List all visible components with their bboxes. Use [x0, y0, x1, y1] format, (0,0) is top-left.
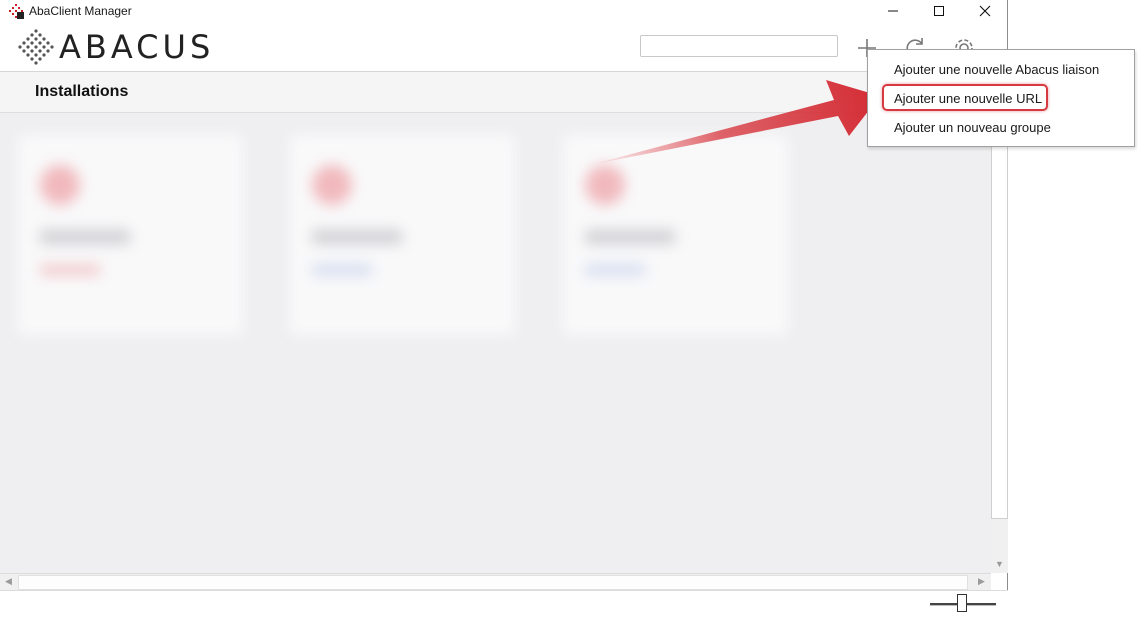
installation-card[interactable] [563, 135, 788, 335]
minimize-button[interactable] [870, 0, 916, 22]
zoom-slider[interactable] [957, 594, 967, 612]
search-input[interactable] [640, 35, 838, 57]
add-context-menu: Ajouter une nouvelle Abacus liaison Ajou… [867, 49, 1135, 147]
installation-card-status [40, 265, 100, 275]
horizontal-scrollbar[interactable]: ◀ ▶ [0, 573, 991, 590]
maximize-button[interactable] [916, 0, 962, 22]
horizontal-scroll-thumb[interactable] [18, 575, 968, 590]
close-icon [979, 5, 991, 17]
menu-item-add-group[interactable]: Ajouter un nouveau groupe [894, 120, 1051, 135]
section-title: Installations [35, 83, 129, 100]
logo-text: ABACUS [59, 28, 215, 66]
status-bar [0, 590, 1008, 620]
installation-card-icon [585, 165, 625, 205]
abacus-logo: ABACUS [17, 28, 227, 68]
vertical-scroll-thumb[interactable] [991, 113, 1008, 519]
title-bar: AbaClient Manager [0, 0, 1008, 22]
abacus-logo-mark-icon [18, 29, 54, 65]
section-header: Installations [0, 72, 1008, 113]
minimize-icon [888, 10, 898, 12]
installation-card-title [585, 230, 675, 244]
installation-card[interactable] [18, 135, 243, 335]
window-title: AbaClient Manager [29, 4, 132, 18]
app-icon [9, 4, 24, 19]
installation-card-status [312, 265, 372, 275]
scroll-left-icon[interactable]: ◀ [5, 576, 12, 587]
menu-item-add-url[interactable]: Ajouter une nouvelle URL [894, 91, 1042, 106]
installation-card-title [40, 230, 130, 244]
vertical-scrollbar[interactable]: ▼ [991, 113, 1008, 573]
scroll-down-icon[interactable]: ▼ [995, 559, 1004, 569]
maximize-icon [934, 6, 944, 16]
scroll-right-icon[interactable]: ▶ [978, 576, 985, 587]
installation-card-icon [312, 165, 352, 205]
app-window: AbaClient Manager ABACUS Installations ▼… [0, 0, 1008, 620]
installation-card-icon [40, 165, 80, 205]
installation-card[interactable] [290, 135, 515, 335]
close-button[interactable] [962, 0, 1008, 22]
installation-card-status [585, 265, 645, 275]
menu-item-add-abacus-liaison[interactable]: Ajouter une nouvelle Abacus liaison [894, 62, 1099, 77]
installations-area [0, 113, 991, 573]
installation-card-title [312, 230, 402, 244]
